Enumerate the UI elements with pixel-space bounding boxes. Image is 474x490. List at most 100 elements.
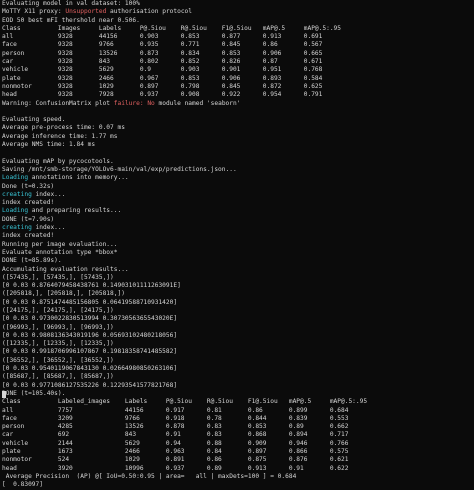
terminal-line: car 692 843 0.91 0.83 0.868 0.894 0.717 — [2, 431, 474, 439]
terminal-line: Average NMS time: 1.84 ms — [2, 141, 474, 149]
terminal-line: ([85687,], [85687,], [85687,]) — [2, 373, 474, 381]
terminal-window[interactable]: Evaluating model in val dataset: 100%MoT… — [0, 0, 474, 402]
terminal-text: ([85687,], [85687,], [85687,]) — [2, 373, 114, 380]
terminal-line: [0 0.03 0.9771086127535226 0.12293541577… — [2, 382, 474, 390]
terminal-text: DONE (t=105.40s). — [2, 390, 65, 397]
terminal-text: car 9328 843 0.802 0.852 0.826 0.87 0.67… — [2, 58, 322, 65]
terminal-line: plate 9328 2466 0.967 0.853 0.906 0.893 … — [2, 75, 474, 83]
terminal-line: Done (t=0.32s) — [2, 183, 474, 191]
terminal-line: [ 0.83097] — [2, 481, 474, 489]
terminal-line: index created! — [2, 199, 474, 207]
terminal-line: Evaluate annotation type *bbox* — [2, 249, 474, 257]
terminal-text: [ 0.83097] — [2, 481, 43, 488]
cursor-row — [2, 391, 6, 400]
terminal-line — [2, 108, 474, 116]
terminal-text: Loading — [2, 207, 28, 214]
terminal-line: creating index... — [2, 224, 474, 232]
terminal-text: Evaluating mAP by pycocotools. — [2, 158, 114, 165]
terminal-line: Evaluating mAP by pycocotools. — [2, 158, 474, 166]
terminal-text: index... — [32, 191, 66, 198]
terminal-line: Accumulating evaluation results... — [2, 266, 474, 274]
terminal-text: and preparing results... — [28, 207, 121, 214]
terminal-text: Saving /mnt/smb-storage/YOLOv6-main/val/… — [2, 166, 237, 173]
terminal-line: EOD 50 best mFI thershold near 0.506. — [2, 17, 474, 25]
terminal-line: face 3209 9766 0.918 0.78 0.844 0.839 0.… — [2, 415, 474, 423]
terminal-text: module named 'seaborn' — [155, 100, 241, 107]
terminal-text: Average inference time: 1.77 ms — [2, 133, 117, 140]
terminal-line: ([205818,], [205818,], [205818,]) — [2, 290, 474, 298]
terminal-line: Loading and preparing results... — [2, 207, 474, 215]
terminal-text: nonmotor 524 1029 0.891 0.86 0.875 0.876… — [2, 456, 348, 463]
terminal-line — [2, 149, 474, 157]
terminal-text: plate 1673 2466 0.963 0.84 0.897 0.866 0… — [2, 448, 348, 455]
terminal-line: Loading annotations into memory... — [2, 174, 474, 182]
terminal-text: [0 0.03 0.9918706996107867 0.19818358741… — [2, 348, 177, 355]
terminal-text: Evaluating model in val dataset: 100% — [2, 0, 140, 7]
terminal-text: head 3920 10996 0.937 0.89 0.913 0.91 0.… — [2, 465, 348, 472]
terminal-line: vehicle 9328 5629 0.9 0.903 0.901 0.951 … — [2, 66, 474, 74]
terminal-text: [0 0.03 0.9540119067843130 0.02664980850… — [2, 365, 177, 372]
terminal-line: [0 0.03 0.8751474485156805 0.06419588710… — [2, 299, 474, 307]
terminal-line: Evaluating model in val dataset: 100% — [2, 0, 474, 8]
terminal-text: Warning: — [2, 100, 36, 107]
terminal-text: all 9328 44156 0.903 0.853 0.877 0.913 0… — [2, 33, 322, 40]
terminal-text: Average NMS time: 1.84 ms — [2, 141, 95, 148]
terminal-text: ([205818,], [205818,], [205818,]) — [2, 290, 125, 297]
terminal-text: creating — [2, 191, 32, 198]
terminal-line: Saving /mnt/smb-storage/YOLOv6-main/val/… — [2, 166, 474, 174]
terminal-text: Evaluating speed. — [2, 116, 65, 123]
terminal-text: vehicle 2144 5629 0.94 0.88 0.909 0.946 … — [2, 440, 348, 447]
terminal-line: car 9328 843 0.802 0.852 0.826 0.87 0.67… — [2, 58, 474, 66]
terminal-text: index created! — [2, 232, 54, 239]
terminal-line: DONE (t=7.90s) — [2, 216, 474, 224]
terminal-line: plate 1673 2466 0.963 0.84 0.897 0.866 0… — [2, 448, 474, 456]
terminal-text: ([24175,], [24175,], [24175,]) — [2, 307, 114, 314]
terminal-line: Average Precision (AP) @[ IoU=0.50:0.95 … — [2, 473, 474, 481]
terminal-line: ([96993,], [96993,], [96993,]) — [2, 324, 474, 332]
terminal-text: No — [147, 100, 154, 107]
terminal-text: face 9328 9766 0.935 0.771 0.845 0.86 0.… — [2, 41, 322, 48]
terminal-text: index... — [32, 224, 66, 231]
terminal-text: ([12335,], [12335,], [12335,]) — [2, 340, 114, 347]
terminal-text: Accumulating evaluation results... — [2, 266, 129, 273]
terminal-text: Unsupported — [65, 8, 106, 15]
terminal-text: MoTTY X11 proxy: — [2, 8, 65, 15]
terminal-text: Loading — [2, 174, 28, 181]
terminal-text: [0 0.03 0.9808136343019196 0.05693102480… — [2, 332, 177, 339]
terminal-text: face 3209 9766 0.918 0.78 0.844 0.839 0.… — [2, 415, 348, 422]
terminal-line: index created! — [2, 232, 474, 240]
terminal-line: [0 0.03 0.9808136343019196 0.05693102480… — [2, 332, 474, 340]
terminal-line: person 4285 13526 0.878 0.83 0.853 0.89 … — [2, 423, 474, 431]
terminal-text: Running per image evaluation... — [2, 241, 117, 248]
terminal-line: nonmotor 9328 1029 0.897 0.798 0.845 0.8… — [2, 83, 474, 91]
terminal-line: MoTTY X11 proxy: Unsupported authorisati… — [2, 8, 474, 16]
terminal-line: face 9328 9766 0.935 0.771 0.845 0.86 0.… — [2, 41, 474, 49]
terminal-text: Average Precision (AP) @[ IoU=0.50:0.95 … — [2, 473, 296, 480]
terminal-line: Class Images Labels P@.5iou R@.5iou F1@.… — [2, 25, 474, 33]
terminal-text: vehicle 9328 5629 0.9 0.903 0.901 0.951 … — [2, 66, 322, 73]
terminal-text: plate 9328 2466 0.967 0.853 0.906 0.893 … — [2, 75, 322, 82]
terminal-text: car 692 843 0.91 0.83 0.868 0.894 0.717 — [2, 431, 348, 438]
terminal-line: Class Labeled_images Labels P@.5iou R@.5… — [2, 398, 474, 406]
terminal-text: Evaluate annotation type *bbox* — [2, 249, 117, 256]
terminal-line: creating index... — [2, 191, 474, 199]
terminal-text: DONE (t=85.89s). — [2, 257, 62, 264]
terminal-text: DONE (t=7.90s) — [2, 216, 54, 223]
terminal-line: Average inference time: 1.77 ms — [2, 133, 474, 141]
terminal-line: Warning: ConfusionMatrix plot failure: N… — [2, 100, 474, 108]
terminal-text: Done (t=0.32s) — [2, 183, 54, 190]
terminal-text: person 4285 13526 0.878 0.83 0.853 0.89 … — [2, 423, 348, 430]
terminal-text: [0 0.03 0.9730022830513994 0.30730563655… — [2, 315, 177, 322]
terminal-text: index created! — [2, 199, 54, 206]
terminal-line: DONE (t=105.40s). — [2, 390, 474, 398]
terminal-line: all 7757 44156 0.917 0.81 0.86 0.899 0.6… — [2, 407, 474, 415]
terminal-text: Average pre-process time: 0.07 ms — [2, 124, 125, 131]
terminal-text: authorisation protocol — [106, 8, 192, 15]
terminal-text: ([96993,], [96993,], [96993,]) — [2, 324, 114, 331]
terminal-line: vehicle 2144 5629 0.94 0.88 0.909 0.946 … — [2, 440, 474, 448]
terminal-text: ([36552,], [36552,], [36552,]) — [2, 357, 114, 364]
terminal-line: nonmotor 524 1029 0.891 0.86 0.875 0.876… — [2, 456, 474, 464]
terminal-line: DONE (t=85.89s). — [2, 257, 474, 265]
terminal-text: creating — [2, 224, 32, 231]
terminal-text: nonmotor 9328 1029 0.897 0.798 0.845 0.8… — [2, 83, 322, 90]
